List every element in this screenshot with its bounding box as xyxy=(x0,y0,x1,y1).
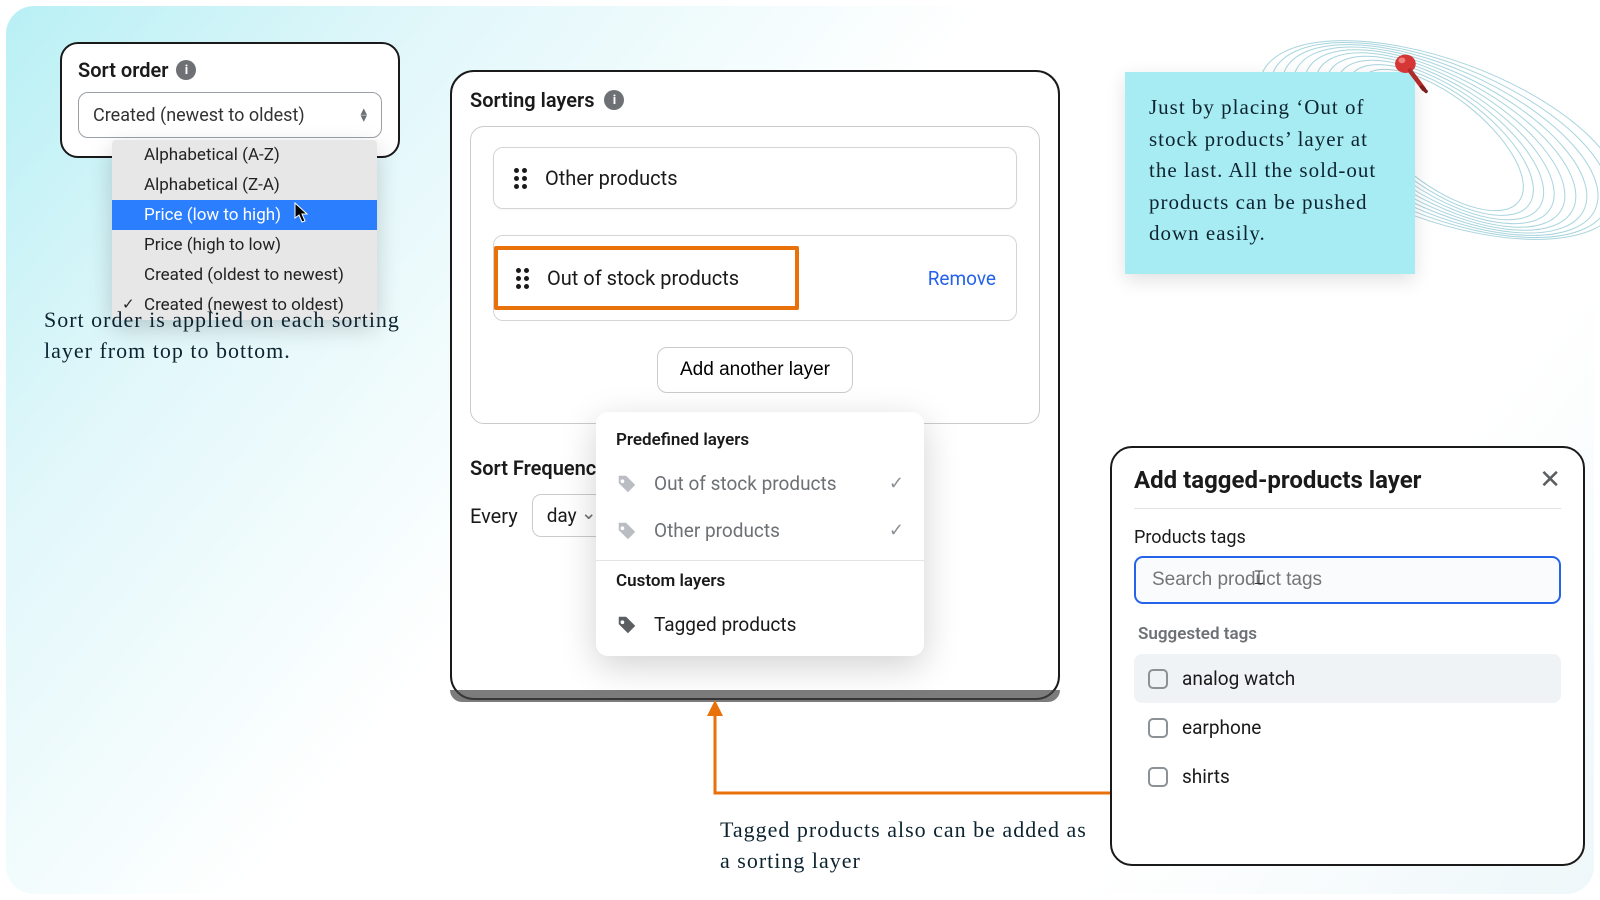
close-icon[interactable]: ✕ xyxy=(1539,467,1561,493)
checkbox[interactable] xyxy=(1148,767,1168,787)
divider xyxy=(596,560,924,561)
sort-order-title: Sort order i xyxy=(78,58,382,82)
layers-container: Other products Out of stock products Rem… xyxy=(470,126,1040,424)
sort-frequency-label: Sort Frequency xyxy=(470,456,606,480)
suggested-tag-row[interactable]: earphone xyxy=(1134,703,1561,752)
sort-order-title-text: Sort order xyxy=(78,58,168,82)
layer-name: Other products xyxy=(545,166,678,190)
suggested-tags-title: Suggested tags xyxy=(1134,624,1561,644)
dropdown-option[interactable]: Alphabetical (A-Z) xyxy=(112,140,377,170)
panel-shadow xyxy=(450,690,1060,702)
sorting-layers-title: Sorting layers i xyxy=(470,88,1040,112)
predefined-layer-option[interactable]: Other products ✓ xyxy=(596,507,924,554)
tag-icon xyxy=(616,614,638,636)
select-caret-icon: ▴▾ xyxy=(360,108,367,122)
checkbox[interactable] xyxy=(1148,669,1168,689)
layer-card-highlighted[interactable]: Out of stock products xyxy=(494,246,799,310)
check-icon: ✓ xyxy=(889,473,904,494)
sticky-note: Just by placing ‘Out of stock products’ … xyxy=(1125,72,1415,274)
modal-header: Add tagged-products layer ✕ xyxy=(1134,466,1561,509)
info-icon[interactable]: i xyxy=(176,60,196,80)
suggested-tags-box: Suggested tags analog watch earphone shi… xyxy=(1134,624,1561,801)
layer-card-highlighted-row: Out of stock products Remove xyxy=(493,235,1017,321)
suggested-tag-row[interactable]: shirts xyxy=(1134,752,1561,801)
tag-icon xyxy=(616,520,638,542)
dropdown-option[interactable]: Price (high to low) xyxy=(112,230,377,260)
info-icon[interactable]: i xyxy=(604,90,624,110)
suggested-tag-row[interactable]: analog watch xyxy=(1134,654,1561,703)
product-tags-search-input[interactable] xyxy=(1134,556,1561,604)
sort-order-annotation: Sort order is applied on each sorting la… xyxy=(44,305,434,367)
sort-order-dropdown: Alphabetical (A-Z) Alphabetical (Z-A) Pr… xyxy=(112,140,377,320)
checkbox[interactable] xyxy=(1148,718,1168,738)
tag-icon xyxy=(616,473,638,495)
dropdown-option[interactable]: Created (oldest to newest) xyxy=(112,260,377,290)
sticky-note-text: Just by placing ‘Out of stock products’ … xyxy=(1149,95,1376,245)
layer-card[interactable]: Other products xyxy=(493,147,1017,209)
products-tags-label: Products tags xyxy=(1134,527,1561,548)
tag-label: analog watch xyxy=(1182,667,1295,690)
dropdown-option-selected[interactable]: Price (low to high) xyxy=(112,200,377,230)
tag-label: earphone xyxy=(1182,716,1261,739)
popover-custom-title: Custom layers xyxy=(596,571,924,601)
pushpin-icon xyxy=(1387,50,1433,96)
remove-layer-link[interactable]: Remove xyxy=(928,267,996,290)
add-layer-popover: Predefined layers Out of stock products … xyxy=(596,412,924,656)
sort-order-selected-value: Created (newest to oldest) xyxy=(93,105,305,126)
dropdown-option[interactable]: Alphabetical (Z-A) xyxy=(112,170,377,200)
add-layer-button[interactable]: Add another layer xyxy=(657,347,853,393)
sort-order-select[interactable]: Created (newest to oldest) ▴▾ xyxy=(78,92,382,138)
predefined-layer-label: Out of stock products xyxy=(654,472,873,495)
predefined-layer-label: Other products xyxy=(654,519,873,542)
drag-handle-icon[interactable] xyxy=(516,268,529,289)
drag-handle-icon[interactable] xyxy=(514,168,527,189)
tagged-products-annotation: Tagged products also can be added as a s… xyxy=(720,815,1100,877)
tagged-products-modal: Add tagged-products layer ✕ Products tag… xyxy=(1110,446,1585,866)
custom-layer-option[interactable]: Tagged products xyxy=(596,601,924,648)
custom-layer-label: Tagged products xyxy=(654,613,904,636)
tag-label: shirts xyxy=(1182,765,1230,788)
layer-name: Out of stock products xyxy=(547,266,739,290)
modal-title: Add tagged-products layer xyxy=(1134,466,1421,494)
popover-predefined-title: Predefined layers xyxy=(596,430,924,460)
check-icon: ✓ xyxy=(889,520,904,541)
predefined-layer-option[interactable]: Out of stock products ✓ xyxy=(596,460,924,507)
sort-frequency-every: Every xyxy=(470,504,518,528)
text-cursor-icon: 𝙸 xyxy=(1252,565,1266,589)
